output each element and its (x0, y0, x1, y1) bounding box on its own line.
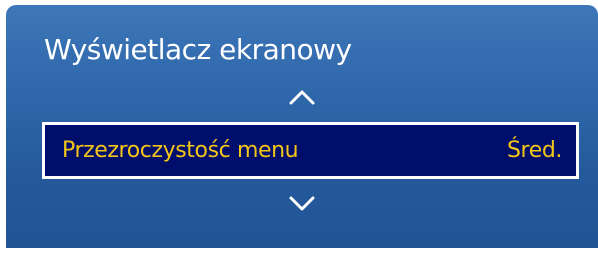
chevron-up-icon[interactable] (288, 88, 316, 106)
menu-item-value: Śred. (506, 138, 562, 163)
osd-panel: Wyświetlacz ekranowy Przezroczystość men… (6, 5, 598, 248)
menu-item-menu-transparency[interactable]: Przezroczystość menu Śred. (42, 122, 579, 179)
chevron-up-icon-graphic (289, 90, 315, 105)
menu-item-label: Przezroczystość menu (62, 138, 299, 163)
panel-title: Wyświetlacz ekranowy (44, 33, 352, 66)
chevron-down-icon-graphic (289, 196, 315, 211)
chevron-down-icon[interactable] (288, 195, 316, 213)
